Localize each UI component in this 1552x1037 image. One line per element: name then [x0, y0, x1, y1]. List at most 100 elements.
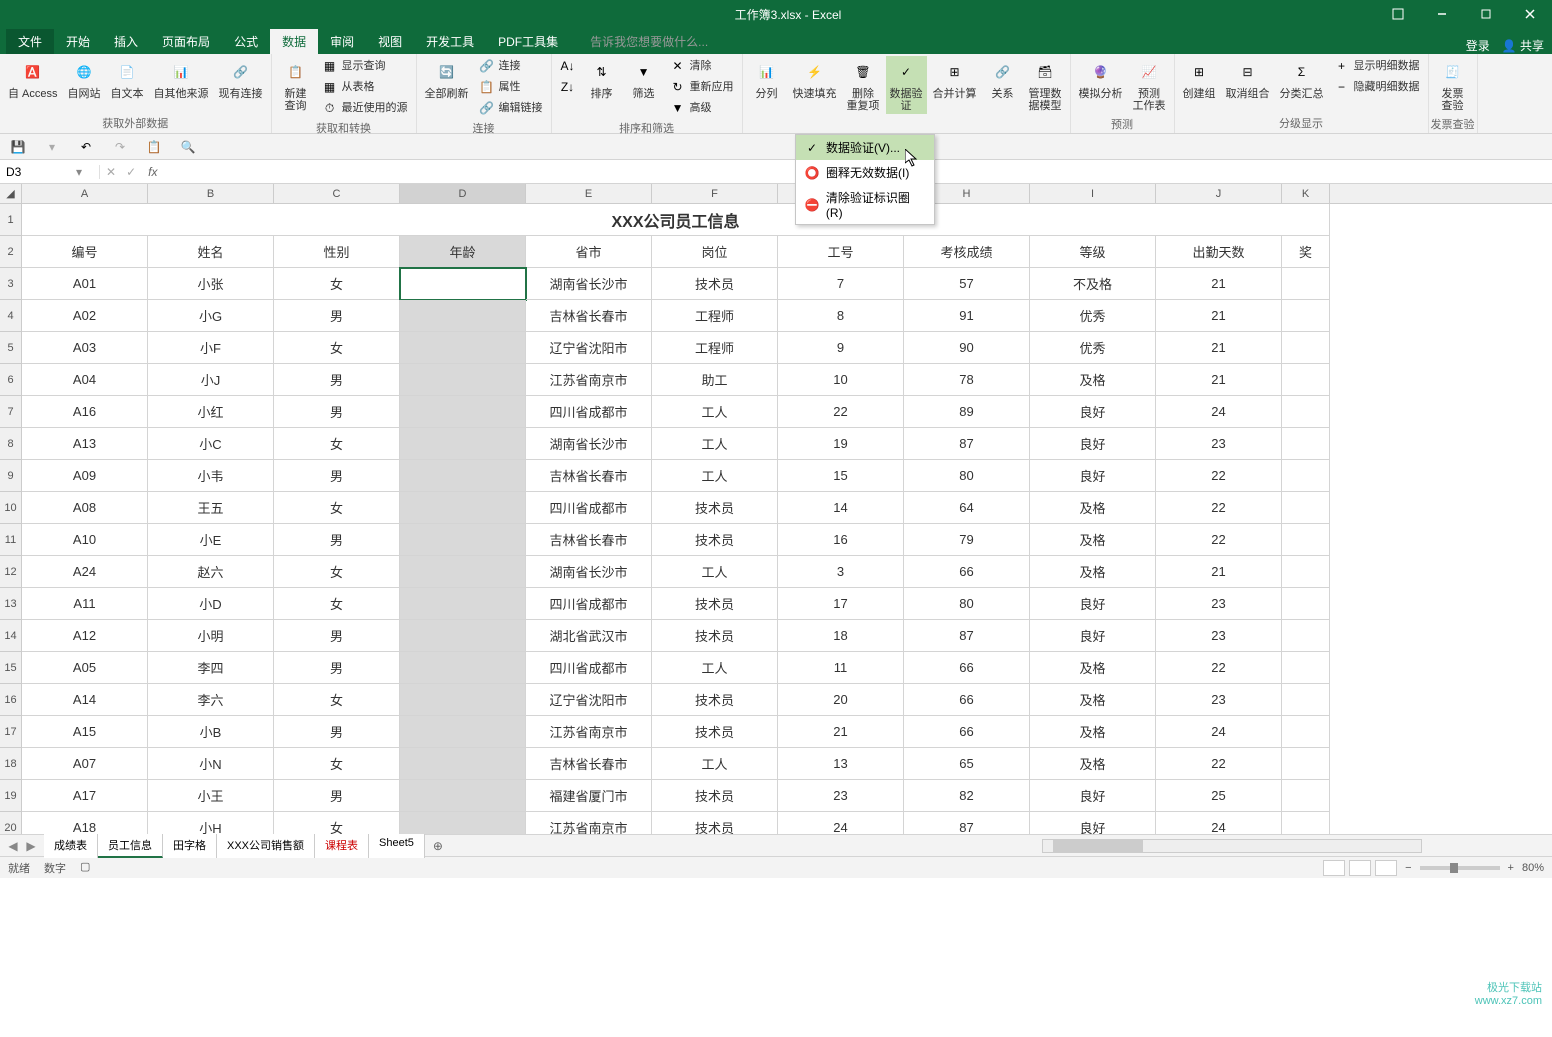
tab-insert[interactable]: 插入: [102, 29, 150, 54]
name-box-dropdown-icon[interactable]: ▾: [76, 165, 86, 179]
col-header-C[interactable]: C: [274, 184, 400, 203]
zoom-level[interactable]: 80%: [1522, 862, 1544, 874]
cell[interactable]: 良好: [1030, 588, 1156, 620]
cell[interactable]: 赵六: [148, 556, 274, 588]
save-button[interactable]: 💾: [8, 137, 28, 157]
cell[interactable]: 四川省成都市: [526, 492, 652, 524]
cell[interactable]: 女: [274, 332, 400, 364]
cell[interactable]: 23: [1156, 588, 1282, 620]
cell[interactable]: [1282, 556, 1330, 588]
normal-view-button[interactable]: [1323, 860, 1345, 876]
show-queries-button[interactable]: ▦显示查询: [318, 56, 412, 76]
cell[interactable]: 良好: [1030, 780, 1156, 812]
cell[interactable]: 21: [1156, 364, 1282, 396]
cell[interactable]: 21: [1156, 268, 1282, 300]
cell[interactable]: 技术员: [652, 780, 778, 812]
sheet-nav-prev[interactable]: ▶: [24, 839, 38, 853]
cell[interactable]: 小张: [148, 268, 274, 300]
cell[interactable]: [1282, 492, 1330, 524]
cell[interactable]: 女: [274, 588, 400, 620]
refresh-all-button[interactable]: 🔄全部刷新: [421, 56, 473, 102]
tab-developer[interactable]: 开发工具: [414, 29, 486, 54]
col-header-D[interactable]: D: [400, 184, 526, 203]
row-header-2[interactable]: 2: [0, 236, 21, 268]
cell[interactable]: 16: [778, 524, 904, 556]
sort-button[interactable]: ⇅排序: [582, 56, 622, 102]
cell[interactable]: 女: [274, 684, 400, 716]
cell[interactable]: [1282, 428, 1330, 460]
cell[interactable]: [400, 428, 526, 460]
cell[interactable]: [400, 716, 526, 748]
row-header-8[interactable]: 8: [0, 428, 21, 460]
cell[interactable]: 江苏省南京市: [526, 716, 652, 748]
cell[interactable]: 助工: [652, 364, 778, 396]
cell[interactable]: A04: [22, 364, 148, 396]
from-text-button[interactable]: 📄自文本: [107, 56, 148, 102]
cell[interactable]: 66: [904, 716, 1030, 748]
cell[interactable]: 25: [1156, 780, 1282, 812]
cell[interactable]: [1282, 780, 1330, 812]
cell[interactable]: 及格: [1030, 492, 1156, 524]
cell[interactable]: 吉林省长春市: [526, 460, 652, 492]
cell[interactable]: [1282, 588, 1330, 620]
cell[interactable]: 23: [778, 780, 904, 812]
cell[interactable]: 工人: [652, 556, 778, 588]
cell[interactable]: 22: [1156, 460, 1282, 492]
cell[interactable]: A11: [22, 588, 148, 620]
cell[interactable]: 23: [1156, 428, 1282, 460]
cell[interactable]: 优秀: [1030, 300, 1156, 332]
sheet-tab[interactable]: 成绩表: [44, 834, 98, 858]
col-header-K[interactable]: K: [1282, 184, 1330, 203]
cell[interactable]: 22: [1156, 524, 1282, 556]
cell[interactable]: 91: [904, 300, 1030, 332]
row-header-15[interactable]: 15: [0, 652, 21, 684]
sort-asc-button[interactable]: A↓: [556, 56, 580, 76]
cell[interactable]: 及格: [1030, 684, 1156, 716]
new-query-button[interactable]: 📋新建 查询: [276, 56, 316, 114]
page-break-view-button[interactable]: [1375, 860, 1397, 876]
hide-detail-button[interactable]: −隐藏明细数据: [1330, 77, 1424, 97]
cell[interactable]: [1282, 396, 1330, 428]
cell[interactable]: [400, 780, 526, 812]
cell[interactable]: 21: [1156, 556, 1282, 588]
sheet-tab[interactable]: 员工信息: [98, 834, 163, 858]
clear-validation-circles-menuitem[interactable]: ⛔清除验证标识圈(R): [796, 185, 934, 224]
cell[interactable]: 工程师: [652, 332, 778, 364]
cell[interactable]: 20: [778, 684, 904, 716]
cell[interactable]: 小B: [148, 716, 274, 748]
row-header-5[interactable]: 5: [0, 332, 21, 364]
cell[interactable]: 7: [778, 268, 904, 300]
page-layout-view-button[interactable]: [1349, 860, 1371, 876]
cell[interactable]: 82: [904, 780, 1030, 812]
row-header-11[interactable]: 11: [0, 524, 21, 556]
from-other-sources-button[interactable]: 📊自其他来源: [150, 56, 213, 102]
cell[interactable]: 工人: [652, 396, 778, 428]
cell[interactable]: 男: [274, 364, 400, 396]
reapply-button[interactable]: ↻重新应用: [666, 77, 738, 97]
cell[interactable]: 辽宁省沈阳市: [526, 684, 652, 716]
tab-page-layout[interactable]: 页面布局: [150, 29, 222, 54]
cell[interactable]: 及格: [1030, 652, 1156, 684]
cell[interactable]: 工人: [652, 652, 778, 684]
cell[interactable]: 技术员: [652, 812, 778, 834]
cell[interactable]: 小C: [148, 428, 274, 460]
cell[interactable]: 14: [778, 492, 904, 524]
cell[interactable]: 66: [904, 556, 1030, 588]
cell[interactable]: [400, 268, 526, 300]
undo-button[interactable]: ↶: [76, 137, 96, 157]
undo-dropdown[interactable]: ▾: [42, 137, 62, 157]
cell[interactable]: 小H: [148, 812, 274, 834]
tab-data[interactable]: 数据: [270, 29, 318, 54]
cell[interactable]: 湖南省长沙市: [526, 428, 652, 460]
cell[interactable]: 江苏省南京市: [526, 364, 652, 396]
cell[interactable]: 男: [274, 396, 400, 428]
data-validation-menuitem[interactable]: ✓数据验证(V)...: [796, 135, 934, 160]
cell[interactable]: 15: [778, 460, 904, 492]
cell[interactable]: [400, 492, 526, 524]
invoice-check-button[interactable]: 🧾发票 查验: [1433, 56, 1473, 114]
cell[interactable]: [400, 460, 526, 492]
cell[interactable]: 小明: [148, 620, 274, 652]
cell[interactable]: [400, 812, 526, 834]
cell[interactable]: [400, 748, 526, 780]
cell[interactable]: [400, 556, 526, 588]
